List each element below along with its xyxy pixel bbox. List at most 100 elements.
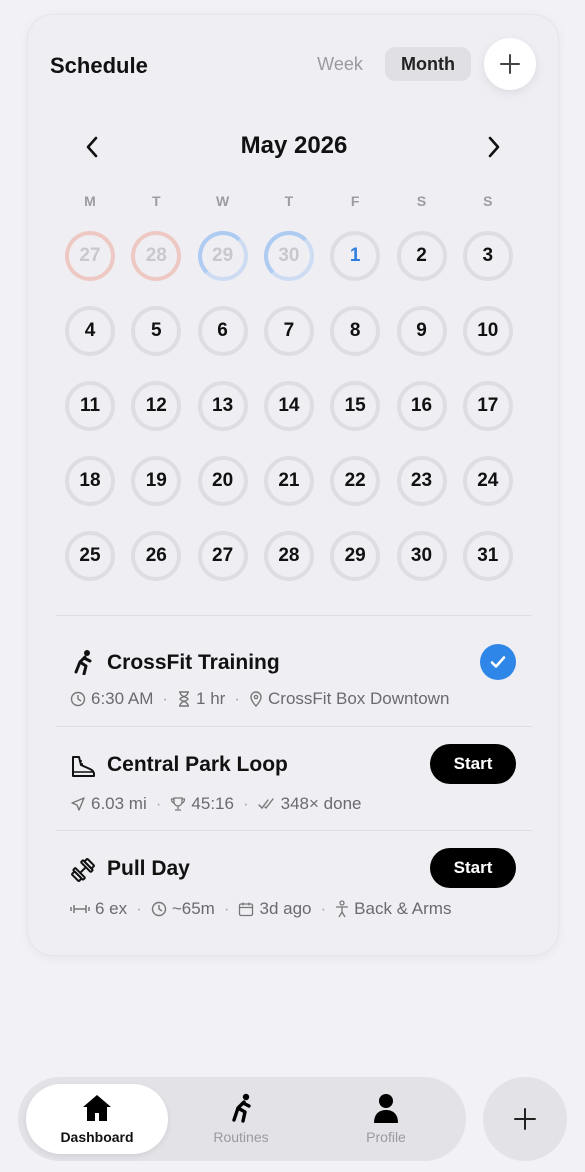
- tab-label: Profile: [366, 1129, 406, 1145]
- day-number: 22: [344, 470, 366, 491]
- tab-routines[interactable]: Routines: [171, 1077, 311, 1161]
- calendar-day[interactable]: 18: [65, 456, 115, 506]
- day-number: 13: [212, 395, 234, 416]
- calendar-day[interactable]: 20: [197, 456, 248, 506]
- separator: ·: [242, 794, 249, 813]
- location-pin-icon: [250, 691, 262, 707]
- tab-label: Routines: [213, 1129, 269, 1145]
- item-est-time: ~65m: [171, 899, 215, 918]
- schedule-title: Schedule: [50, 53, 148, 78]
- calendar-day[interactable]: 8: [330, 306, 381, 356]
- item-muscles: Back & Arms: [354, 899, 452, 918]
- weekday-label: T: [152, 193, 161, 209]
- calendar-day[interactable]: 29: [197, 231, 248, 281]
- calendar-day[interactable]: 19: [131, 456, 182, 506]
- day-number: 9: [416, 320, 427, 341]
- day-number: 11: [79, 395, 101, 416]
- calendar-day[interactable]: 6: [197, 306, 248, 356]
- day-number: 23: [410, 470, 433, 491]
- calendar-day[interactable]: 9: [396, 306, 447, 356]
- day-number: 20: [212, 470, 234, 491]
- start-button[interactable]: Start: [430, 848, 516, 888]
- day-number: 4: [84, 320, 96, 341]
- calendar-day[interactable]: 4: [65, 306, 115, 356]
- trophy-icon: [171, 797, 186, 811]
- item-meta: 6 ex · ~65m · 3d ago · Back & Arms: [70, 899, 451, 919]
- calendar-day[interactable]: 14: [263, 381, 314, 431]
- add-schedule-button[interactable]: [484, 38, 536, 90]
- day-number: 30: [410, 545, 433, 566]
- item-location: CrossFit Box Downtown: [268, 689, 450, 708]
- home-icon: [83, 1095, 111, 1121]
- plus-icon: [500, 54, 520, 74]
- separator: ·: [223, 899, 230, 918]
- item-exercises: 6 ex: [95, 899, 128, 918]
- hourglass-icon: [179, 691, 190, 707]
- weekday-label: W: [215, 193, 230, 209]
- separator: ·: [136, 899, 142, 918]
- calendar-day[interactable]: 25: [65, 531, 115, 581]
- calendar-day[interactable]: 22: [330, 456, 381, 506]
- divider: [56, 830, 532, 831]
- day-number: 21: [278, 470, 300, 491]
- calendar-day[interactable]: 27: [65, 231, 115, 281]
- separator: ·: [320, 899, 327, 918]
- day-number: 6: [217, 320, 228, 341]
- calendar-day[interactable]: 12: [131, 381, 182, 431]
- month-toggle[interactable]: Month: [385, 47, 471, 81]
- floating-add-button[interactable]: [483, 1077, 567, 1161]
- item-done-count: 348× done: [280, 794, 362, 813]
- calendar-day[interactable]: 11: [65, 381, 115, 431]
- calendar-day[interactable]: 17: [462, 381, 513, 431]
- calendar-day[interactable]: 28: [131, 231, 182, 281]
- day-number: 27: [79, 245, 101, 266]
- item-meta: 6:30 AM · 1 hr · CrossFit Box Downtown: [70, 689, 449, 709]
- calendar-day[interactable]: 30: [263, 231, 314, 281]
- completed-check-icon[interactable]: [480, 644, 516, 680]
- person-icon: [374, 1094, 398, 1123]
- calendar-day[interactable]: 1: [330, 231, 381, 281]
- weekday-label: S: [416, 193, 427, 209]
- weekday-label: M: [84, 193, 96, 209]
- tab-profile[interactable]: Profile: [316, 1077, 456, 1161]
- calendar-day[interactable]: 23: [396, 456, 447, 506]
- calendar-day[interactable]: 10: [462, 306, 513, 356]
- calendar-day[interactable]: 29: [330, 531, 381, 581]
- calendar-day[interactable]: 2: [396, 231, 447, 281]
- chevron-right-icon: [488, 136, 500, 158]
- plus-icon: [514, 1108, 536, 1130]
- calendar-day[interactable]: 27: [197, 531, 248, 581]
- calendar-day[interactable]: 31: [462, 531, 513, 581]
- stretch-figure-icon: [232, 1093, 251, 1123]
- divider: [56, 726, 532, 727]
- weekday-label: T: [284, 193, 294, 209]
- next-month-button[interactable]: [480, 133, 508, 161]
- item-best-time: 45:16: [191, 794, 234, 813]
- day-number: 15: [344, 395, 366, 416]
- calendar-day[interactable]: 7: [263, 306, 314, 356]
- day-number: 17: [477, 395, 499, 416]
- double-check-icon: [257, 798, 274, 810]
- day-number: 18: [79, 470, 101, 491]
- calendar-day[interactable]: 15: [330, 381, 381, 431]
- item-distance: 6.03 mi: [91, 794, 147, 813]
- day-number: 12: [145, 395, 167, 416]
- item-last-done: 3d ago: [259, 899, 312, 918]
- day-number: 29: [344, 545, 366, 566]
- calendar-day[interactable]: 30: [396, 531, 447, 581]
- calendar-day[interactable]: 26: [131, 531, 182, 581]
- week-toggle[interactable]: Week: [304, 47, 376, 81]
- calendar-day[interactable]: 24: [462, 456, 513, 506]
- calendar-day[interactable]: 28: [263, 531, 314, 581]
- item-title: CrossFit Training: [107, 651, 280, 674]
- tab-dashboard[interactable]: Dashboard: [26, 1084, 168, 1154]
- calendar-day[interactable]: 3: [462, 231, 513, 281]
- calendar-day[interactable]: 13: [197, 381, 248, 431]
- divider: [56, 615, 532, 616]
- calendar-day[interactable]: 5: [131, 306, 182, 356]
- start-button[interactable]: Start: [430, 744, 516, 784]
- calendar-day[interactable]: 16: [396, 381, 447, 431]
- calendar-day[interactable]: 21: [263, 456, 314, 506]
- item-meta: 6.03 mi · 45:16 · 348× done: [70, 794, 361, 814]
- clock-icon: [70, 691, 86, 707]
